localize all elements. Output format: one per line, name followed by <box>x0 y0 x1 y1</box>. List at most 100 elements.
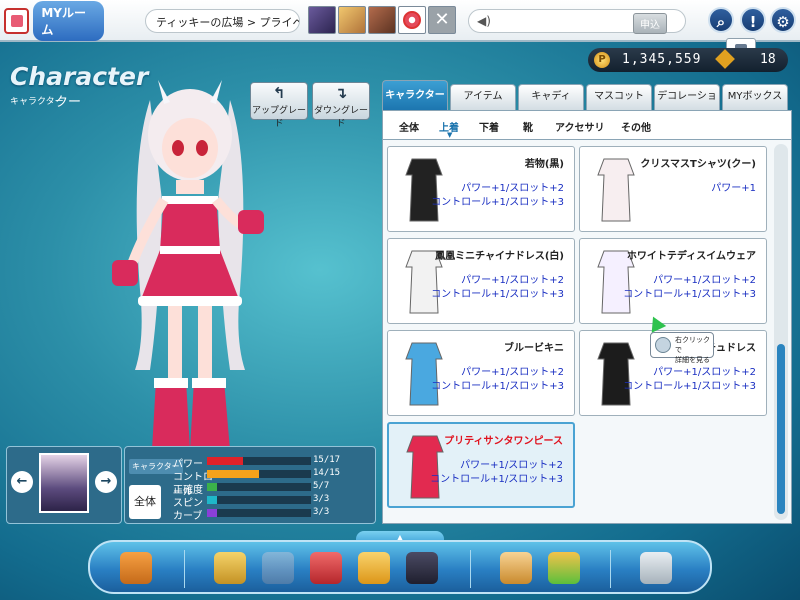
gear-icon[interactable]: ⚙ <box>770 7 796 33</box>
item-card[interactable]: 若物(黒) パワー+1/スロット+2 コントロール+1/スロット+3 <box>387 146 575 232</box>
item-stat-line: パワー+1 <box>711 183 756 194</box>
next-character-button[interactable]: → <box>95 471 117 493</box>
filter-item[interactable]: アクセサリ <box>555 119 605 134</box>
tooltip-line-2: 詳細を見る <box>675 356 710 364</box>
logo-text: MYルーム <box>33 1 104 41</box>
alert-icon[interactable]: ! <box>740 7 766 33</box>
currency-bar: P 1,345,559 18 <box>588 48 788 72</box>
right-click-tooltip: 右クリックで 詳細を見る <box>650 332 714 364</box>
item-name: プリティサンタワンピース <box>444 436 563 447</box>
top-bar: MYルーム ティッキーの広場 > プライベート ✕ ◀) 申込 ⌕ ! ⚙ <box>0 0 800 42</box>
exit-door-icon[interactable] <box>120 552 152 584</box>
item-card[interactable]: クリスマスTシャツ(クー) パワー+1 <box>579 146 767 232</box>
tab-item[interactable]: デコレーション <box>654 84 720 126</box>
item-card[interactable]: ブルービキニ パワー+1/スロット+2 コントロール+1/スロット+3 <box>387 330 575 416</box>
stat-bar-fill <box>207 496 218 504</box>
downgrade-arrow-icon: ↴ <box>334 84 348 102</box>
stat-bar <box>207 509 311 517</box>
house-transfer-icon[interactable] <box>548 552 580 584</box>
character-name: クー <box>55 95 82 110</box>
settings-plug-icon[interactable] <box>640 552 672 584</box>
item-grid: 若物(黒) パワー+1/スロット+2 コントロール+1/スロット+3 クリスマスTシ… <box>382 140 792 524</box>
heart-icon-button[interactable] <box>398 6 426 34</box>
item-name: ホワイトテディスイムウェア <box>626 251 756 262</box>
search-user-icon[interactable]: ⌕ <box>708 7 734 33</box>
stats-panel: キャラクター 全体 パワー 15/17 コントロール 14/15 正確度 5/7 スピン 3/… <box>124 446 376 524</box>
stat-row: コントロール 14/15 <box>173 468 373 498</box>
my-room-logo[interactable]: MYルーム <box>4 1 104 41</box>
character-figure[interactable] <box>90 40 290 460</box>
puzzle-icon[interactable] <box>358 552 390 584</box>
stat-row: スピン 3/3 <box>173 494 373 509</box>
category-tabs: キャラクターアイテムキャディマスコットデコレーションMYボックス <box>382 80 792 126</box>
item-stat-line: コントロール+1/スロット+3 <box>623 289 756 300</box>
friend-avatar-2[interactable] <box>338 6 366 34</box>
filter-item[interactable]: その他 <box>621 119 651 134</box>
chat-input[interactable]: ◀) 申込 <box>468 9 686 34</box>
stat-value: 5/7 <box>313 481 330 491</box>
tab-item[interactable]: アイテム <box>450 84 516 110</box>
prev-character-button[interactable]: ← <box>11 471 33 493</box>
stat-bar-fill <box>207 509 218 517</box>
heart-icon <box>403 11 421 29</box>
gift-box-icon[interactable] <box>310 552 342 584</box>
item-card[interactable]: ホワイトテディスイムウェア パワー+1/スロット+2 コントロール+1/スロット+3 <box>579 238 767 324</box>
stat-row: パワー 15/17 <box>173 455 373 470</box>
stat-bar-fill <box>207 457 244 465</box>
tooltip-line-1: 右クリックで <box>675 336 710 354</box>
downgrade-button[interactable]: ↴ ダウングレード <box>312 82 370 129</box>
stat-value: 15/17 <box>313 455 341 465</box>
stat-bar <box>207 483 311 491</box>
item-stat-line: パワー+1/スロット+2 <box>461 367 564 378</box>
filter-item[interactable]: 下着 <box>479 119 499 134</box>
tab-item[interactable]: MYボックス <box>722 84 788 110</box>
scrollbar-thumb[interactable] <box>777 344 785 514</box>
stat-value: 3/3 <box>313 507 330 517</box>
gem-icon <box>715 49 735 69</box>
tab-item[interactable]: キャラクター <box>382 80 448 112</box>
coin-icon: P <box>594 52 610 68</box>
apply-button[interactable]: 申込 <box>633 13 667 34</box>
speaker-icon[interactable]: ◀) <box>477 14 491 28</box>
item-stat-line: コントロール+1/スロット+3 <box>431 197 564 208</box>
item-card[interactable]: プリティサンタワンピース パワー+1/スロット+2 コントロール+1/スロット+3 <box>387 422 575 508</box>
filter-item[interactable]: 靴 <box>523 119 533 134</box>
friend-avatar-3[interactable] <box>368 6 396 34</box>
stats-all-button[interactable]: 全体 <box>129 485 161 519</box>
item-name: 若物(黒) <box>524 159 564 170</box>
friend-avatar-1[interactable] <box>308 6 336 34</box>
downgrade-label: ダウングレード <box>313 106 368 129</box>
character-icon[interactable] <box>262 552 294 584</box>
item-stat-line: パワー+1/スロット+2 <box>461 275 564 286</box>
character-selector: ← → <box>6 446 122 524</box>
item-stat-line: コントロール+1/スロット+3 <box>431 381 564 392</box>
item-stat-line: コントロール+1/スロット+3 <box>431 289 564 300</box>
cat-mascot-icon[interactable] <box>406 552 438 584</box>
item-card[interactable]: 鳳凰ミニチャイナドレス(白) パワー+1/スロット+2 コントロール+1/スロット+… <box>387 238 575 324</box>
dock-separator <box>184 550 185 588</box>
filter-bar: 全体 上着 下着靴アクセサリ その他 ▼ <box>382 110 792 140</box>
filter-item[interactable]: 全体 <box>399 119 419 134</box>
character-portrait[interactable] <box>39 453 89 513</box>
breadcrumb[interactable]: ティッキーの広場 > プライベート <box>145 9 300 33</box>
item-stat-line: コントロール+1/スロット+3 <box>430 474 563 485</box>
stat-bar-fill <box>207 470 259 478</box>
tab-item[interactable]: マスコット <box>586 84 652 110</box>
shop-register-icon[interactable] <box>214 552 246 584</box>
stat-bar-fill <box>207 483 218 491</box>
home-icon <box>4 8 30 34</box>
house-icon[interactable] <box>500 552 532 584</box>
close-icon-button[interactable]: ✕ <box>428 6 456 34</box>
bottom-dock <box>88 540 712 594</box>
item-stat-line: パワー+1/スロット+2 <box>653 367 756 378</box>
stat-value: 14/15 <box>313 468 341 478</box>
tab-item[interactable]: キャディ <box>518 84 584 110</box>
stat-bar <box>207 457 311 465</box>
stat-bar <box>207 496 311 504</box>
item-name: クリスマスTシャツ(クー) <box>640 159 756 170</box>
stat-row: カーブ 3/3 <box>173 507 373 522</box>
dock-separator <box>610 550 611 588</box>
dock-separator <box>470 550 471 588</box>
item-stat-line: パワー+1/スロット+2 <box>461 183 564 194</box>
item-scrollbar[interactable] <box>774 144 788 520</box>
